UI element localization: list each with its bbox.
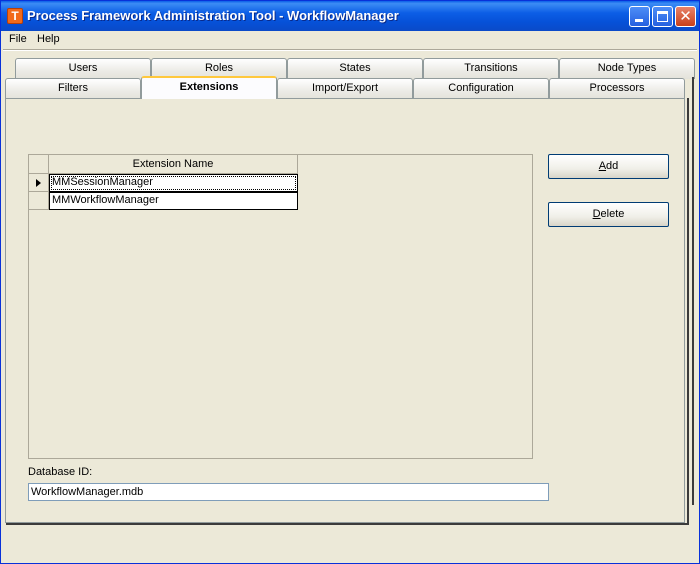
maximize-icon <box>657 11 668 22</box>
delete-button[interactable]: Delete <box>548 202 669 227</box>
table-row[interactable]: MMWorkflowManager <box>49 192 298 210</box>
close-button[interactable]: ✕ <box>675 6 696 27</box>
database-id-field[interactable] <box>28 483 549 501</box>
row-selector[interactable] <box>29 192 49 210</box>
close-icon: ✕ <box>679 7 692 25</box>
delete-label-rest: elete <box>600 208 625 220</box>
row-selector[interactable] <box>29 174 49 192</box>
minimize-icon <box>635 19 643 22</box>
add-button[interactable]: Add <box>548 154 669 179</box>
delete-mnemonic: D <box>592 208 601 220</box>
tab-configuration[interactable]: Configuration <box>413 78 549 99</box>
tab-node-types[interactable]: Node Types <box>559 58 695 79</box>
add-label-rest: dd <box>606 160 619 172</box>
tab-transitions[interactable]: Transitions <box>423 58 559 79</box>
tab-import-export[interactable]: Import/Export <box>277 78 413 99</box>
tab-states[interactable]: States <box>287 58 423 79</box>
current-row-arrow-icon <box>36 179 41 187</box>
menu-file[interactable]: File <box>9 33 27 45</box>
tab-extensions[interactable]: Extensions <box>141 76 277 99</box>
extensions-grid[interactable]: Extension Name MMSessionManager MMWorkfl… <box>28 154 533 459</box>
app-icon: T <box>7 8 23 24</box>
grid-corner-header <box>29 155 49 174</box>
menu-help[interactable]: Help <box>37 33 60 45</box>
title-bar[interactable]: T Process Framework Administration Tool … <box>1 1 699 31</box>
menu-bar: File Help <box>1 31 699 49</box>
minimize-button[interactable] <box>629 6 650 27</box>
tab-users[interactable]: Users <box>15 58 151 79</box>
add-mnemonic: A <box>598 160 607 172</box>
menu-separator <box>3 49 697 51</box>
table-row[interactable]: MMSessionManager <box>49 174 298 192</box>
column-header-extension-name[interactable]: Extension Name <box>49 155 298 174</box>
app-window: T Process Framework Administration Tool … <box>0 0 700 564</box>
tab-filters[interactable]: Filters <box>5 78 141 99</box>
maximize-button[interactable] <box>652 6 673 27</box>
window-title: Process Framework Administration Tool - … <box>27 8 399 23</box>
database-id-label: Database ID: <box>28 466 93 478</box>
tab-processors[interactable]: Processors <box>549 78 685 99</box>
